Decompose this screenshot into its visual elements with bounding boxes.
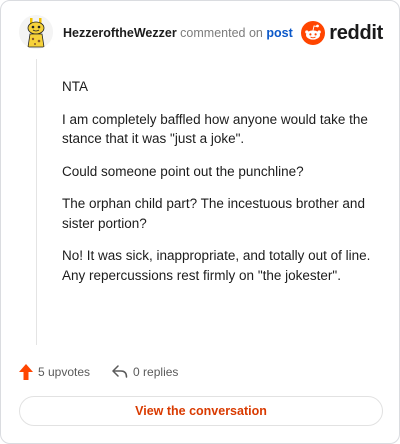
comment-paragraph: I am completely baffled how anyone would… — [62, 111, 368, 147]
reddit-logo-icon — [301, 21, 326, 45]
thread-line — [36, 59, 37, 345]
action-text: commented on — [180, 26, 263, 40]
upvote-arrow-icon — [19, 364, 33, 380]
avatar-icon[interactable] — [19, 15, 53, 49]
upvote-count: 5 upvotes — [38, 365, 91, 379]
upvote-button[interactable]: 5 upvotes — [19, 364, 90, 380]
comment-actions: 5 upvotes 0 replies — [19, 362, 178, 382]
comment-header: HezzeroftheWezzer commented on post redd… — [19, 15, 385, 51]
view-conversation-button[interactable]: View the conversation — [19, 396, 383, 426]
comment-paragraph: NTA — [62, 79, 88, 94]
post-link[interactable]: post — [266, 26, 292, 40]
reply-arrow-icon — [112, 365, 128, 378]
replies-count: 0 replies — [133, 365, 179, 379]
username-link[interactable]: HezzeroftheWezzer — [63, 26, 177, 40]
comment-meta: HezzeroftheWezzer commented on post — [63, 26, 293, 40]
comment-paragraph: The orphan child part? The incestuous br… — [62, 196, 365, 231]
comment-body: NTA I am completely baffled how anyone w… — [62, 77, 372, 298]
replies-button[interactable]: 0 replies — [112, 365, 178, 379]
comment-paragraph: No! It was sick, inappropriate, and tota… — [62, 248, 371, 283]
comment-card: HezzeroftheWezzer commented on post redd… — [0, 0, 400, 444]
reddit-wordmark: reddit — [329, 21, 383, 44]
comment-paragraph: Could someone point out the punchline? — [62, 163, 304, 179]
reddit-logo[interactable]: reddit — [301, 21, 383, 45]
